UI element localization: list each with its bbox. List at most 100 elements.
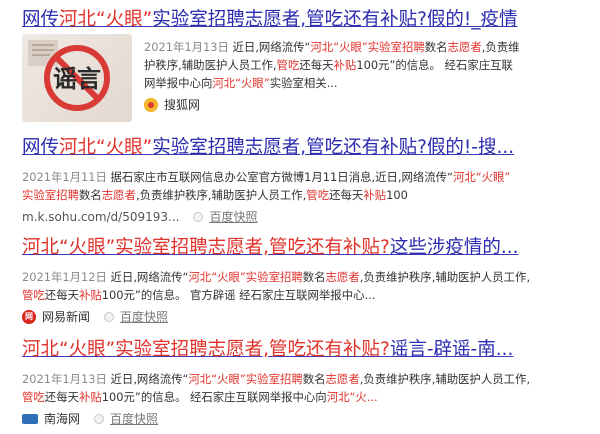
title-segment[interactable]: 实验室招聘志愿者,管吃还有补贴? [115,339,390,360]
snippet-segment: 管吃 [22,390,45,404]
snippet-segment: 100元”的信息。 经石家庄互联网举报中心向 [101,390,327,404]
snippet-segment: 实验室招聘 [245,270,303,284]
snippet-line-2: 护秩序,辅助医护人员工作,管吃还每天补贴100元”的信息。 经石家庄互联 [144,56,584,74]
circle-icon [94,414,105,424]
result-snippet: 2021年1月13日 近日,网络流传“河北“火眼”实验室招聘数名志愿者,负责维护… [22,370,588,406]
result-snippet: 2021年1月13日 近日,网络流传“河北“火眼”实验室招聘数名志愿者,负责维 … [144,38,584,92]
snippet-segment: 管吃 [306,188,330,202]
result-snippet: 2021年1月11日 据石家庄市互联网信息办公室官方微博1月11日消息,近日,网… [22,168,588,204]
result-thumbnail[interactable]: 谣言 [22,34,132,122]
snippet-segment: 志愿者 [325,372,360,386]
snippet-line-2: 实验室招聘数名志愿者,负责维护秩序,辅助医护人员工作,管吃还每天补贴100 [22,186,588,204]
result-url[interactable]: m.k.sohu.com/d/509193... [22,208,179,226]
snippet-segment: 近日,网络流传“ [110,270,189,284]
snippet-segment: 管吃 [276,58,300,72]
baidu-snapshot-link[interactable]: 百度快照 [193,208,258,226]
title-segment[interactable]: 河北“火眼” [22,339,115,360]
result-title-link[interactable]: 网传河北“火眼”实验室招聘志愿者,管吃还有补贴?假的!-搜... [22,136,588,160]
snippet-segment: ,负责维 [481,40,520,54]
snapshot-label: 百度快照 [209,210,258,224]
title-segment[interactable]: 这些涉疫情的... [390,237,519,258]
snippet-segment: 还每天 [299,58,334,72]
snapshot-label: 百度快照 [110,412,159,426]
svg-text:谣言: 谣言 [53,65,101,93]
title-segment[interactable]: 河北“火眼” [22,237,115,258]
source-name[interactable]: 南海网 [44,410,80,428]
title-segment[interactable]: 网传 [22,9,59,30]
search-result-4: 河北“火眼”实验室招聘志愿者,管吃还有补贴?谣言-辟谣-南... 2021年1月… [22,338,588,428]
snippet-segment: 近日,网络流传“ [110,372,189,386]
netease-favicon-icon: 网 [22,310,36,324]
snippet-line-1: 2021年1月13日 近日,网络流传“河北“火眼”实验室招聘数名志愿者,负责维 [144,38,584,56]
sohu-favicon-icon [144,98,158,112]
result-source: 搜狐网 [144,96,200,114]
snippet-line-2: 管吃还每天补贴100元”的信息。 官方辟谣 经石家庄互联网举报中心... [22,286,588,304]
snippet-segment: ,负责维护秩序,辅助医护人员工作, [359,270,531,284]
circle-icon [193,212,204,222]
snippet-segment: ,负责维护秩序,辅助医护人员工作, [135,188,307,202]
source-name[interactable]: 网易新闻 [42,308,90,326]
circle-icon [104,312,115,322]
snippet-segment: 河北“火... [326,390,378,404]
snapshot-label: 百度快照 [120,310,169,324]
title-segment[interactable]: 河北“火眼” [59,137,152,158]
snippet-segment: 据石家庄市互联网信息办公室官方微博1月11日消息,近日,网络流传“ [110,170,453,184]
snippet-segment: 数名 [424,40,448,54]
result-date: 2021年1月13日 [22,372,111,386]
title-segment[interactable]: 网传 [22,137,59,158]
title-segment[interactable]: 实验室招聘志愿者,管吃还有补贴? [115,237,390,258]
snippet-segment: 近日,网络流传“ [232,40,311,54]
result-title-link[interactable]: 河北“火眼”实验室招聘志愿者,管吃还有补贴?谣言-辟谣-南... [22,338,588,362]
snippet-line-1: 2021年1月12日 近日,网络流传“河北“火眼”实验室招聘数名志愿者,负责维护… [22,268,588,286]
snippet-segment: 河北“火眼” [188,270,246,284]
snippet-segment: 河北“火眼” [188,372,246,386]
baidu-snapshot-link[interactable]: 百度快照 [94,410,158,428]
snippet-segment: 100元”的信息。 经石家庄互联 [356,58,513,72]
search-result-3: 河北“火眼”实验室招聘志愿者,管吃还有补贴?这些涉疫情的... 2021年1月1… [22,236,588,326]
result-snippet: 2021年1月12日 近日,网络流传“河北“火眼”实验室招聘数名志愿者,负责维护… [22,268,588,304]
snippet-segment: 实验室招聘 [367,40,425,54]
snippet-segment: 补贴 [363,188,387,202]
snippet-segment: 实验室招聘 [22,188,79,202]
snippet-segment: 补贴 [78,288,102,302]
snippet-segment: 数名 [302,270,326,284]
snippet-segment: 河北“火眼” [310,40,368,54]
snippet-segment: 志愿者 [101,188,136,202]
title-segment[interactable]: 实验室招聘志愿者,管吃还有补贴?假的!-搜... [152,137,514,158]
snippet-segment: 实验室招聘 [245,372,303,386]
snippet-segment: 还每天 [44,288,79,302]
search-result-1: 网传河北“火眼”实验室招聘志愿者,管吃还有补贴?假的!_疫情 [22,8,588,32]
snippet-line-3: 网举报中心向河北“火眼”实验室相关... [144,74,584,92]
snippet-segment: 河北“火眼” [452,170,511,184]
snippet-segment: 补贴 [333,58,357,72]
rumor-stamp-icon: 谣言 [28,40,110,111]
result-source: 南海网 百度快照 [22,410,588,428]
snippet-segment: 还每天 [329,188,364,202]
snippet-segment: 护秩序,辅助医护人员工作, [144,58,277,72]
snippet-segment: 河北“火眼” [212,76,270,90]
snippet-segment: 数名 [302,372,326,386]
snippet-segment: 实验室相关... [269,76,338,90]
snippet-segment: ,负责维护秩序,辅助医护人员工作, [359,372,531,386]
snippet-segment: 100元”的信息。 官方辟谣 经石家庄互联网举报中心... [101,288,376,302]
result-title-link[interactable]: 河北“火眼”实验室招聘志愿者,管吃还有补贴?这些涉疫情的... [22,236,588,260]
snippet-segment: 志愿者 [325,270,360,284]
snippet-segment: 网举报中心向 [144,76,213,90]
source-name[interactable]: 搜狐网 [164,96,200,114]
snippet-segment: 还每天 [44,390,79,404]
baidu-snapshot-link[interactable]: 百度快照 [104,308,168,326]
title-segment[interactable]: 谣言-辟谣-南... [390,339,514,360]
result-source: 网 网易新闻 百度快照 [22,308,588,326]
snippet-segment: 补贴 [78,390,102,404]
title-segment[interactable]: 河北“火眼” [59,9,152,30]
snippet-line-2: 管吃还每天补贴100元”的信息。 经石家庄互联网举报中心向河北“火... [22,388,588,406]
snippet-segment: 管吃 [22,288,45,302]
title-segment[interactable]: 实验室招聘志愿者,管吃还有补贴?假的!_疫情 [152,9,517,30]
snippet-segment: 数名 [78,188,102,202]
result-date: 2021年1月11日 [22,170,111,184]
snippet-line-1: 2021年1月13日 近日,网络流传“河北“火眼”实验室招聘数名志愿者,负责维护… [22,370,588,388]
result-title-link[interactable]: 网传河北“火眼”实验室招聘志愿者,管吃还有补贴?假的!_疫情 [22,8,588,32]
snippet-segment: 志愿者 [447,40,482,54]
search-result-2: 网传河北“火眼”实验室招聘志愿者,管吃还有补贴?假的!-搜... 2021年1月… [22,136,588,226]
result-date: 2021年1月12日 [22,270,111,284]
